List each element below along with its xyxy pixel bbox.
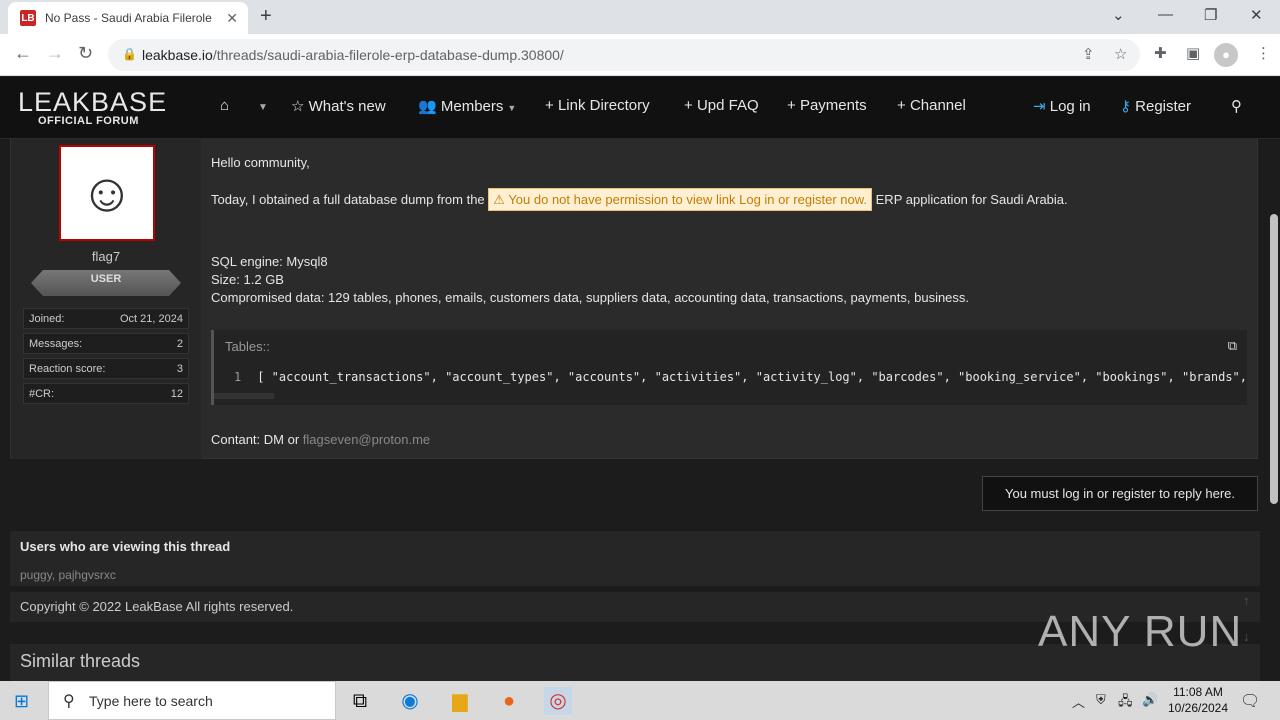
viewer-link[interactable]: puggy [20,568,52,582]
extensions-icon[interactable]: ✚ [1154,44,1167,62]
login-register-link[interactable]: Log in or register now. [739,192,867,207]
task-view-icon[interactable]: ⧉ [346,687,374,715]
copy-icon[interactable]: ⧉ [1228,338,1237,354]
contact-email[interactable]: flagseven@proton.me [303,432,430,447]
members-icon: 👥 [418,98,441,115]
user-badge: USER [31,270,181,296]
site-logo[interactable]: LEAKBASE [18,87,167,118]
lock-icon: 🔒 [122,47,137,61]
plus-icon: + [684,97,697,114]
user-pane: ☺ flag7 USER Joined: Oct 21, 2024 Message… [11,139,201,459]
back-icon[interactable]: ← [14,43,32,64]
side-panel-icon[interactable]: ▣ [1186,44,1200,62]
plus-icon: + [897,97,910,114]
bookmark-star-icon[interactable]: ☆ [1114,45,1127,63]
author-name[interactable]: flag7 [11,249,201,264]
scroll-down-icon[interactable]: ↓ [1243,629,1250,644]
firefox-icon[interactable]: ● [495,687,523,715]
plus-icon: + [545,97,558,114]
menu-icon[interactable]: ⋮ [1256,44,1271,62]
defender-icon[interactable]: ⛨ [1096,692,1106,708]
address-bar[interactable]: 🔒 leakbase.io/threads/saudi-arabia-filer… [108,39,1140,71]
url-text: leakbase.io/threads/saudi-arabia-filerol… [142,47,564,63]
taskbar: ⊞ ⚲ Type here to search ⧉ ◉ ▆ ● ◎ ︿ ⛨ 🖧 … [0,681,1280,720]
file-explorer-icon[interactable]: ▆ [446,687,474,715]
key-icon: ⚷ [1120,98,1136,115]
reply-notice[interactable]: You must log in or register to reply her… [982,476,1258,511]
windows-start-icon[interactable]: ⊞ [14,691,29,712]
favicon-icon: LB [20,10,36,26]
nav-payments[interactable]: + Payments [787,97,867,114]
new-tab-icon[interactable]: + [260,5,272,28]
plus-icon: + [787,97,800,114]
viewing-users: Users who are viewing this thread puggy,… [10,531,1260,586]
anyrun-watermark: ANY RUN [1038,607,1243,656]
share-icon[interactable]: ⇪ [1082,45,1095,63]
post: ☺ flag7 USER Joined: Oct 21, 2024 Message… [10,139,1258,459]
stat-joined: Joined: Oct 21, 2024 [23,308,189,329]
chevron-down-icon: ▼ [507,103,517,113]
search-placeholder: Type here to search [89,693,213,709]
stat-reaction-score: Reaction score: 3 [23,358,189,379]
browser-tab[interactable]: LB No Pass - Saudi Arabia Filerole E ✕ [8,2,248,34]
page-scrollbar-thumb[interactable] [1270,214,1278,504]
scroll-up-icon[interactable]: ↑ [1243,593,1250,608]
nav-link-directory[interactable]: + Link Directory [545,97,650,114]
chrome-icon[interactable]: ◎ [544,687,572,715]
nav-whats-new[interactable]: ☆ What's new [291,97,386,115]
page-content: ☺ flag7 USER Joined: Oct 21, 2024 Message… [0,139,1280,681]
tab-title: No Pass - Saudi Arabia Filerole E [45,11,215,25]
close-tab-icon[interactable]: ✕ [226,10,238,27]
system-clock[interactable]: 11:08 AM 10/26/2024 [1160,684,1236,716]
login-icon: ⇥ [1033,98,1050,115]
viewing-names: puggy, pajhgvsrxc [20,568,116,582]
code-line: 1[ "account_transactions", "account_type… [234,370,1246,384]
browser-tab-bar: LB No Pass - Saudi Arabia Filerole E ✕ +… [0,0,1280,34]
tab-search-icon[interactable]: ⌄ [1112,6,1125,24]
notification-icon[interactable]: 🗨 [1240,691,1260,711]
viewer-link[interactable]: pajhgvsrxc [59,568,116,582]
star-icon: ☆ [291,98,309,115]
network-icon[interactable]: 🖧 [1118,692,1133,714]
greeting: Hello community, [211,155,310,170]
code-scrollbar[interactable] [214,393,274,399]
code-block: Tables:: ⧉ 1[ "account_transactions", "a… [211,330,1247,405]
code-title: Tables:: [225,339,270,354]
site-logo-sub: OFFICIAL FORUM [38,115,139,127]
stat-cr: #CR: 12 [23,383,189,404]
intro-line: Today, I obtained a full database dump f… [211,188,1068,211]
nav-channel[interactable]: + Channel [897,97,966,114]
size: Size: 1.2 GB [211,272,284,287]
profile-icon[interactable]: ● [1214,43,1238,67]
contact-line: Contant: DM or flagseven@proton.me [211,432,431,447]
tray-overflow-icon[interactable]: ︿ [1072,692,1085,711]
search-icon: ⚲ [63,693,75,710]
browser-toolbar: ← → ↻ 🔒 leakbase.io/threads/saudi-arabia… [0,34,1280,76]
login-link[interactable]: ⇥ Log in [1033,97,1091,115]
close-window-icon[interactable]: ✕ [1250,6,1263,24]
sql-engine: SQL engine: Mysql8 [211,254,328,269]
search-icon[interactable]: ⚲ [1231,97,1242,115]
site-header: LEAKBASE OFFICIAL FORUM ⌂ ▼ ☆ What's new… [0,77,1280,139]
nav-upd-faq[interactable]: + Upd FAQ [684,97,759,114]
maximize-icon[interactable]: ❐ [1204,6,1217,24]
minimize-icon[interactable]: — [1158,6,1173,23]
reload-icon[interactable]: ↻ [78,43,93,64]
forward-icon[interactable]: → [46,43,64,64]
viewing-title: Users who are viewing this thread [20,539,231,554]
stat-messages: Messages: 2 [23,333,189,354]
register-link[interactable]: ⚷ Register [1120,97,1191,115]
avatar[interactable]: ☺ [59,145,155,241]
warning-icon: ⚠ [493,192,505,207]
nav-members[interactable]: 👥 Members ▼ [418,97,516,115]
edge-icon[interactable]: ◉ [396,687,424,715]
home-icon[interactable]: ⌂ [220,97,229,114]
compromised-data: Compromised data: 129 tables, phones, em… [211,290,970,305]
taskbar-search[interactable]: ⚲ Type here to search [48,681,336,720]
permission-warning: ⚠ You do not have permission to view lin… [488,188,873,211]
chevron-down-icon[interactable]: ▼ [258,102,268,113]
volume-icon[interactable]: 🔊 [1142,692,1158,708]
